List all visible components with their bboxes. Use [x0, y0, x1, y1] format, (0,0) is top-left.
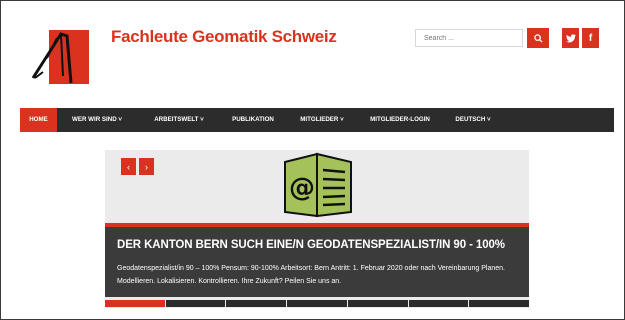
pager-dot[interactable]	[408, 300, 469, 307]
nav-item-mitglieder[interactable]: MITGLIEDER ˅	[292, 108, 352, 132]
nav-item-arbeitswelt[interactable]: ARBEITSWELT ˅	[146, 108, 212, 132]
pager-dot[interactable]	[105, 300, 165, 307]
search-icon	[533, 33, 543, 43]
newsletter-icon: @	[284, 152, 352, 218]
page-frame: Fachleute Geomatik Schweiz f HOME WER WI…	[0, 0, 625, 320]
slider-next-button[interactable]: ›	[139, 158, 154, 175]
slider-pager	[105, 300, 530, 307]
pager-dot[interactable]	[347, 300, 408, 307]
main-navigation: HOME WER WIR SIND ˅ ARBEITSWELT ˅ PUBLIK…	[20, 108, 614, 132]
facebook-icon: f	[588, 32, 593, 44]
chevron-left-icon: ‹	[127, 161, 130, 172]
svg-text:@: @	[289, 173, 315, 203]
nav-item-home[interactable]: HOME	[20, 108, 57, 132]
pager-dot[interactable]	[226, 300, 287, 307]
search-input[interactable]	[415, 29, 523, 47]
site-logo[interactable]	[31, 28, 101, 86]
slide-text: Geodatenspezialist/in 90 – 100% Pensum: …	[117, 265, 505, 285]
facebook-button[interactable]: f	[582, 28, 599, 48]
site-title[interactable]: Fachleute Geomatik Schweiz	[111, 27, 337, 47]
nav-item-mitglieder-login[interactable]: MITGLIEDER-LOGIN	[362, 108, 438, 132]
twitter-button[interactable]	[562, 28, 579, 48]
news-slider: ‹ › @ DER KANTON BERN SUCH EINE/N GEODAT…	[105, 150, 530, 308]
chevron-right-icon: ›	[145, 161, 148, 172]
slider-prev-button[interactable]: ‹	[121, 158, 136, 175]
nav-item-publikation[interactable]: PUBLIKATION	[225, 108, 281, 132]
pager-dot[interactable]	[165, 300, 226, 307]
search-button[interactable]	[527, 28, 549, 48]
pager-dot[interactable]	[469, 300, 530, 307]
nav-item-wer-wir-sind[interactable]: WER WIR SIND ˅	[64, 108, 130, 132]
twitter-icon	[565, 33, 576, 42]
nav-item-deutsch[interactable]: DEUTSCH ˅	[448, 108, 498, 132]
pager-dot[interactable]	[287, 300, 347, 307]
slide-caption: DER KANTON BERN SUCH EINE/N GEODATENSPEZ…	[105, 227, 529, 297]
slide-title[interactable]: DER KANTON BERN SUCH EINE/N GEODATENSPEZ…	[117, 239, 505, 251]
